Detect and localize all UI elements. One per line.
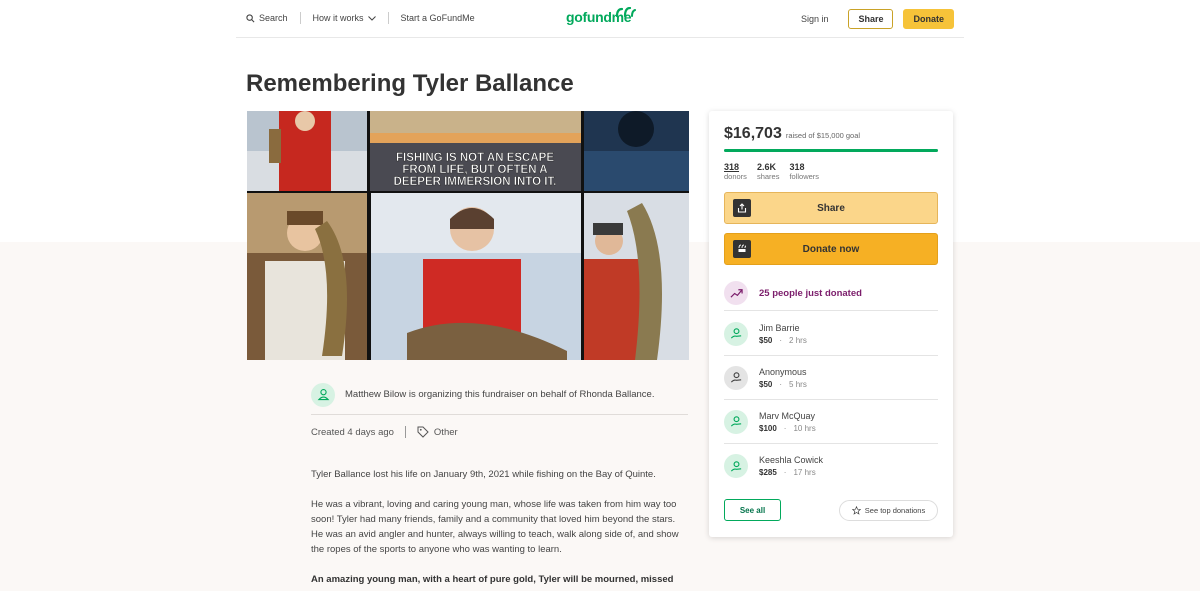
gofundme-mark-icon <box>733 240 751 258</box>
donor-name: Jim Barrie <box>759 322 800 333</box>
donor-avatar <box>724 365 748 390</box>
goal-text: raised of $15,000 goal <box>785 131 861 140</box>
donation-item: Anonymous $50 · 5 hrs <box>724 356 938 400</box>
sign-in-link[interactable]: Sign in <box>801 14 829 24</box>
see-top-label: See top donations <box>864 506 926 515</box>
organizer-text: Matthew Bilow is organizing this fundrai… <box>345 389 655 400</box>
raised-value: $16,703 <box>724 125 782 142</box>
recent-donations-banner: 25 people just donated <box>724 276 938 311</box>
donor-hand-icon <box>730 372 741 383</box>
donor-hand-icon <box>730 416 741 427</box>
nav-left: Search How it works Start a GoFundMe <box>246 12 475 24</box>
chevron-down-icon <box>367 15 376 21</box>
how-it-works-menu[interactable]: How it works <box>313 13 376 23</box>
dot-separator: · <box>783 468 787 477</box>
donation-amount: $285 <box>759 468 777 477</box>
donation-card: $16,703 raised of $15,000 goal 318 donor… <box>709 111 953 537</box>
donation-item: Jim Barrie $50 · 2 hrs <box>724 312 938 356</box>
hero-quote-line-3: DEEPER IMMERSION INTO IT. <box>394 176 557 188</box>
header-share-button[interactable]: Share <box>848 9 894 29</box>
stat-donors-label: donors <box>724 172 747 181</box>
progress-bar <box>724 149 938 152</box>
donation-amount: $50 <box>759 379 773 389</box>
dot-separator: · <box>783 423 787 433</box>
donor-hand-icon <box>730 460 741 472</box>
campaign-meta: Created 4 days ago Other <box>311 426 458 438</box>
page-title: Remembering Tyler Ballance <box>246 70 574 97</box>
stat-followers-value: 318 <box>789 162 805 172</box>
meta-divider <box>404 426 406 438</box>
start-gofundme-link[interactable]: Start a GoFundMe <box>401 13 475 23</box>
stat-donors[interactable]: 318 donors <box>724 162 747 182</box>
stat-shares-label: shares <box>756 172 780 181</box>
donation-amount: $50 <box>759 335 773 345</box>
share-button[interactable]: Share <box>724 192 938 224</box>
donor-avatar <box>724 321 748 346</box>
organizer-row: Matthew Bilow is organizing this fundrai… <box>311 375 688 415</box>
donor-name: Anonymous <box>759 366 807 377</box>
donor-name: Marv McQuay <box>759 410 816 421</box>
user-icon <box>317 389 329 401</box>
donation-time: 17 hrs <box>793 468 816 477</box>
donor-name: Keeshla Cowick <box>759 455 824 465</box>
donation-time: 2 hrs <box>789 335 807 345</box>
donation-amount: $100 <box>759 423 777 433</box>
search-icon <box>246 13 255 22</box>
progress-fill <box>724 149 938 152</box>
tag-icon <box>417 426 429 438</box>
dot-separator: · <box>779 335 783 345</box>
star-icon <box>851 506 861 515</box>
nav-right: Sign in Share Donate <box>801 9 954 29</box>
stat-followers: 318 followers <box>789 162 819 182</box>
top-nav: Search How it works Start a GoFundMe gof… <box>236 0 964 38</box>
logo-sprout-icon <box>615 7 636 17</box>
stat-shares: 2.6K shares <box>757 162 780 182</box>
nav-divider <box>387 12 389 24</box>
donor-avatar <box>724 409 748 434</box>
stat-shares-value: 2.6K <box>756 162 776 172</box>
campaign-hero-image: FISHING IS NOT AN ESCAPE FROM LIFE, BUT … <box>247 111 689 360</box>
start-label: Start a GoFundMe <box>400 13 475 23</box>
donate-now-button[interactable]: Donate now <box>724 233 938 265</box>
created-date: Created 4 days ago <box>311 426 394 438</box>
search-link[interactable]: Search <box>246 13 288 23</box>
how-it-works-label: How it works <box>312 13 364 23</box>
recent-donations-text: 25 people just donated <box>759 287 862 299</box>
stat-donors-value: 318 <box>724 162 740 172</box>
donate-now-label: Donate now <box>802 243 860 255</box>
donation-time: 10 hrs <box>793 423 816 433</box>
donation-time: 5 hrs <box>789 379 807 389</box>
hero-quote-line-1: FISHING IS NOT AN ESCAPE <box>396 152 554 164</box>
stat-followers-label: followers <box>789 172 820 181</box>
story-paragraph-2: He was a vibrant, loving and caring youn… <box>311 499 679 555</box>
search-label: Search <box>259 13 288 23</box>
see-all-button[interactable]: See all <box>724 499 781 521</box>
donor-hand-icon <box>730 328 741 339</box>
donation-item: Keeshla Cowick $285 · 17 hrs <box>724 444 938 488</box>
campaign-stats: 318 donors 2.6K shares 318 followers <box>724 162 819 182</box>
share-button-label: Share <box>817 202 845 214</box>
category-label: Other <box>433 426 458 438</box>
campaign-story: Tyler Ballance lost his life on January … <box>311 467 689 591</box>
donor-avatar <box>724 454 748 478</box>
organizer-avatar <box>311 382 335 407</box>
category-link[interactable]: Other <box>417 426 458 438</box>
donation-list: Jim Barrie $50 · 2 hrs Anonymous $50 · 5 hrs… <box>724 312 938 488</box>
donation-item: Marv McQuay $100 · 10 hrs <box>724 400 938 444</box>
story-paragraph-1: Tyler Ballance lost his life on January … <box>311 469 656 480</box>
share-icon <box>733 199 751 217</box>
story-paragraph-3: An amazing young man, with a heart of pu… <box>311 574 674 585</box>
hero-quote-line-2: FROM LIFE, BUT OFTEN A <box>402 164 547 176</box>
trending-up-icon <box>724 281 748 305</box>
dot-separator: · <box>779 379 783 389</box>
nav-divider <box>299 12 301 24</box>
amount-raised: $16,703 raised of $15,000 goal <box>724 125 860 143</box>
see-top-donations-button[interactable]: See top donations <box>839 500 938 521</box>
header-donate-button[interactable]: Donate <box>903 9 954 29</box>
